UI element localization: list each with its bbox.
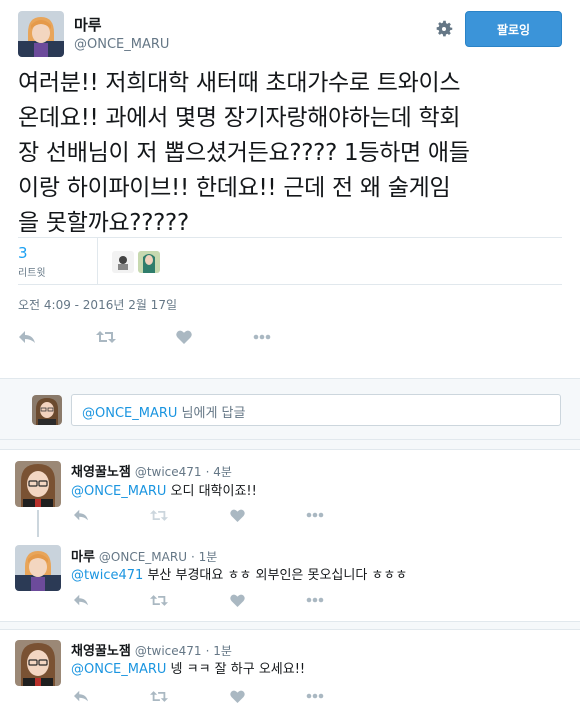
reply-text-mention[interactable]: @twice471 — [71, 568, 143, 583]
reply-time[interactable]: · 4분 — [206, 465, 232, 479]
reply-time[interactable]: · 1분 — [206, 644, 232, 658]
more-icon[interactable] — [305, 686, 325, 706]
retweet-icon[interactable] — [149, 590, 169, 610]
main-tweet: 마루 @ONCE_MARU 팔로잉 여러분!! 저희대학 새터때 초대가수로 트… — [0, 0, 580, 378]
more-icon[interactable] — [305, 590, 325, 610]
more-icon[interactable] — [252, 327, 272, 347]
reply-mention: @ONCE_MARU — [82, 406, 178, 421]
reply-avatar[interactable] — [15, 640, 61, 686]
like-icon[interactable] — [227, 505, 247, 525]
reply-text-mention[interactable]: @ONCE_MARU — [71, 484, 166, 499]
reply-text: @twice471 부산 부경대요 ㅎㅎ 외부인은 못오십니다 ㅎㅎㅎ — [71, 564, 407, 583]
reply-time[interactable]: · 1분 — [191, 550, 217, 564]
tweet-timestamp[interactable]: 오전 4:09 - 2016년 2월 17일 — [18, 296, 177, 313]
reply-author-handle[interactable]: @twice471 — [135, 465, 202, 479]
reply-icon[interactable] — [71, 505, 91, 525]
retweet-icon[interactable] — [149, 505, 169, 525]
reply-author-handle[interactable]: @ONCE_MARU — [99, 550, 187, 564]
reply-tweet[interactable]: 채영꿀노잼 @twice471 · 4분 @ONCE_MARU 오디 대학이죠!! — [0, 451, 580, 534]
like-icon[interactable] — [227, 590, 247, 610]
author-avatar[interactable] — [18, 11, 64, 57]
tweet-text-line: 여러분!! 저희대학 새터때 초대가수로 트와이스 — [18, 70, 461, 96]
reply-author-handle[interactable]: @twice471 — [135, 644, 202, 658]
following-button[interactable]: 팔로잉 — [465, 11, 562, 47]
author-handle[interactable]: @ONCE_MARU — [74, 37, 169, 52]
reply-author[interactable]: 채영꿀노잼 @twice471 · 4분 — [71, 461, 232, 480]
reply-text-body: 부산 부경대요 ㅎㅎ 외부인은 못오십니다 ㅎㅎㅎ — [143, 568, 408, 583]
tweet-stats: 3 리트윗 — [18, 237, 562, 285]
tweet-text-line: 이랑 하이파이브!! 한데요!! 근데 전 왜 술게임 — [18, 175, 451, 201]
reply-text-body: 넹 ㅋㅋ 잘 하구 오세요!! — [166, 662, 306, 677]
reply-composer: @ONCE_MARU 님에게 답글 — [0, 378, 580, 440]
reply-text: @ONCE_MARU 넹 ㅋㅋ 잘 하구 오세요!! — [71, 658, 305, 677]
reply-icon[interactable] — [71, 686, 91, 706]
reply-text: @ONCE_MARU 오디 대학이죠!! — [71, 480, 257, 499]
tweet-text-line: 장 선배님이 저 뽑으셨거든요???? 1등하면 애들 — [18, 140, 470, 166]
reply-author-name[interactable]: 채영꿀노잼 — [71, 644, 131, 659]
retweet-label[interactable]: 리트윗 — [18, 264, 46, 279]
more-icon[interactable] — [305, 505, 325, 525]
reply-placeholder: 님에게 답글 — [177, 406, 246, 421]
reply-text-mention[interactable]: @ONCE_MARU — [71, 662, 166, 677]
reply-separator — [0, 621, 580, 630]
reply-text-body: 오디 대학이죠!! — [166, 484, 257, 499]
retweet-icon[interactable] — [96, 327, 116, 347]
section-separator — [0, 440, 580, 450]
reply-tweet[interactable]: 채영꿀노잼 @twice471 · 1분 @ONCE_MARU 넹 ㅋㅋ 잘 하구 … — [0, 630, 580, 708]
reply-avatar[interactable] — [15, 461, 61, 507]
reply-author[interactable]: 마루 @ONCE_MARU · 1분 — [71, 546, 217, 565]
retweeter-avatar[interactable] — [138, 251, 160, 273]
retweet-icon[interactable] — [149, 686, 169, 706]
gear-icon[interactable] — [433, 18, 455, 40]
like-icon[interactable] — [227, 686, 247, 706]
retweeter-avatar[interactable] — [112, 251, 134, 273]
reply-input[interactable]: @ONCE_MARU 님에게 답글 — [71, 394, 561, 426]
tweet-text-line: 을 못할까요????? — [18, 210, 189, 236]
tweet-text: 여러분!! 저희대학 새터때 초대가수로 트와이스 온데요!! 과에서 몇명 장… — [18, 66, 566, 241]
tweet-text-line: 온데요!! 과에서 몇명 장기자랑해야하는데 학회 — [18, 105, 461, 131]
like-icon[interactable] — [174, 327, 194, 347]
user-avatar — [32, 395, 62, 425]
stats-divider — [97, 238, 98, 284]
reply-avatar[interactable] — [15, 545, 61, 591]
reply-author[interactable]: 채영꿀노잼 @twice471 · 1분 — [71, 640, 232, 659]
reply-icon[interactable] — [17, 327, 37, 347]
reply-icon[interactable] — [71, 590, 91, 610]
reply-author-name[interactable]: 채영꿀노잼 — [71, 465, 131, 480]
reply-author-name[interactable]: 마루 — [71, 550, 95, 565]
author-name[interactable]: 마루 — [74, 14, 102, 35]
reply-tweet[interactable]: 마루 @ONCE_MARU · 1분 @twice471 부산 부경대요 ㅎㅎ 외부… — [0, 537, 580, 621]
retweet-count[interactable]: 3 — [18, 244, 28, 262]
